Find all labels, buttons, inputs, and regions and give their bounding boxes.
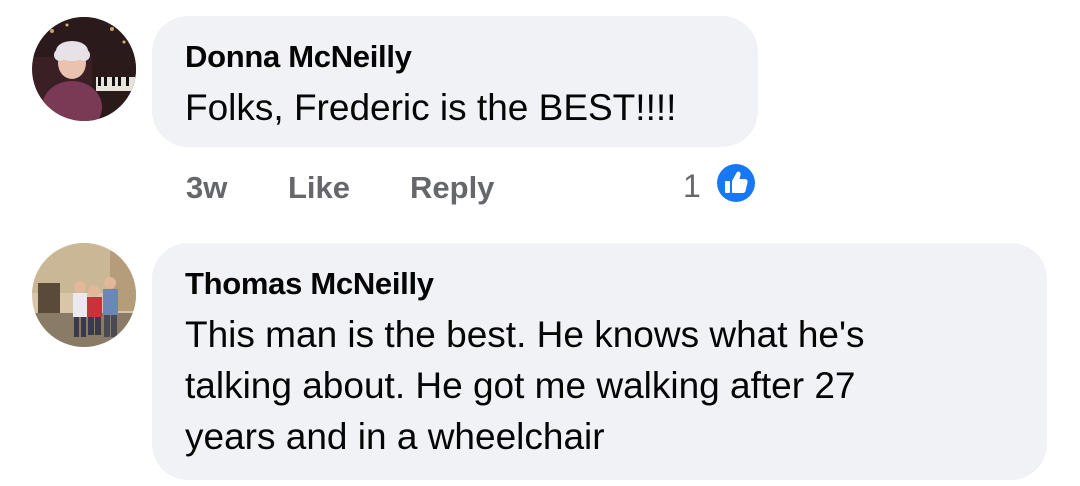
comment-bubble: Thomas McNeilly This man is the best. He… <box>152 243 1047 480</box>
comment-author[interactable]: Donna McNeilly <box>185 39 412 75</box>
comment-author[interactable]: Thomas McNeilly <box>185 266 434 302</box>
comment-text: Folks, Frederic is the BEST!!!! <box>185 87 677 128</box>
comment-text: This man is the best. He knows what he's… <box>185 314 865 457</box>
comment-timestamp[interactable]: 3w <box>186 170 227 206</box>
like-button[interactable]: Like <box>288 170 350 206</box>
thumbs-up-icon[interactable] <box>714 161 758 205</box>
avatar[interactable] <box>32 17 136 121</box>
reply-button[interactable]: Reply <box>410 170 494 206</box>
reaction-count[interactable]: 1 <box>683 168 701 205</box>
avatar[interactable] <box>32 243 136 347</box>
comment-bubble: Donna McNeilly Folks, Frederic is the BE… <box>152 16 758 147</box>
